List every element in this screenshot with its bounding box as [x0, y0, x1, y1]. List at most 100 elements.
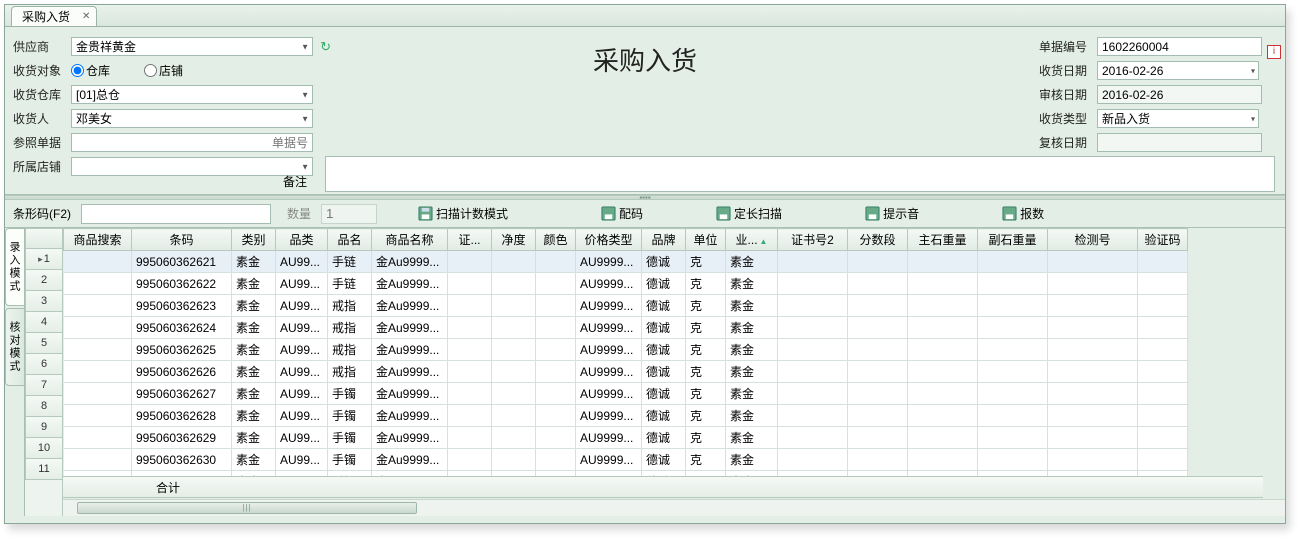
cell[interactable]	[908, 317, 978, 339]
cell[interactable]: 克	[686, 273, 726, 295]
row-number[interactable]: 10	[25, 438, 62, 459]
cell[interactable]: 995060362623	[132, 295, 232, 317]
cell[interactable]	[64, 251, 132, 273]
column-header[interactable]: 证书号2	[778, 229, 848, 251]
docno-input[interactable]	[1097, 37, 1262, 56]
cell[interactable]	[64, 339, 132, 361]
cell[interactable]: 素金	[232, 251, 276, 273]
table-row[interactable]: 995060362623素金AU99...戒指金Au9999...AU9999.…	[64, 295, 1188, 317]
column-header[interactable]: 品牌	[642, 229, 686, 251]
shop-input[interactable]	[71, 157, 313, 176]
cell[interactable]	[1138, 405, 1188, 427]
cell[interactable]: 克	[686, 317, 726, 339]
table-row[interactable]: 995060362624素金AU99...戒指金Au9999...AU9999.…	[64, 317, 1188, 339]
cell[interactable]	[64, 427, 132, 449]
cell[interactable]	[536, 427, 576, 449]
cell[interactable]	[448, 317, 492, 339]
cell[interactable]	[536, 383, 576, 405]
fixed-scan-button[interactable]: 定长扫描	[709, 203, 788, 224]
cell[interactable]: 素金	[726, 383, 778, 405]
horizontal-scrollbar[interactable]	[63, 499, 1285, 516]
column-header[interactable]: 业...▲	[726, 229, 778, 251]
cell[interactable]: AU9999...	[576, 427, 642, 449]
cell[interactable]	[448, 251, 492, 273]
cell[interactable]	[848, 449, 908, 471]
tab-check-mode[interactable]: 核对模式	[5, 308, 24, 386]
cell[interactable]: 素金	[232, 427, 276, 449]
cell[interactable]	[492, 405, 536, 427]
cell[interactable]	[1138, 273, 1188, 295]
cell[interactable]	[536, 317, 576, 339]
cell[interactable]	[448, 339, 492, 361]
cell[interactable]: 素金	[232, 405, 276, 427]
cell[interactable]	[448, 383, 492, 405]
cell[interactable]: 手链	[328, 273, 372, 295]
cell[interactable]	[908, 295, 978, 317]
cell[interactable]	[64, 383, 132, 405]
cell[interactable]: 戒指	[328, 317, 372, 339]
cell[interactable]: 金Au9999...	[372, 295, 448, 317]
cell[interactable]: 素金	[232, 361, 276, 383]
cell[interactable]: 素金	[726, 449, 778, 471]
cell[interactable]: 德诚	[642, 317, 686, 339]
cell[interactable]: 素金	[232, 273, 276, 295]
recvtype-input[interactable]	[1097, 109, 1259, 128]
row-number[interactable]: 11	[25, 459, 62, 480]
column-header[interactable]: 品名	[328, 229, 372, 251]
cell[interactable]	[1138, 317, 1188, 339]
cell[interactable]	[978, 251, 1048, 273]
cell[interactable]	[536, 449, 576, 471]
cell[interactable]	[1048, 251, 1138, 273]
cell[interactable]	[1048, 317, 1138, 339]
receiver-input[interactable]	[71, 109, 313, 128]
cell[interactable]: 克	[686, 361, 726, 383]
cell[interactable]	[778, 295, 848, 317]
cell[interactable]	[1048, 405, 1138, 427]
cell[interactable]	[536, 339, 576, 361]
table-row[interactable]: 995060362622素金AU99...手链金Au9999...AU9999.…	[64, 273, 1188, 295]
cell[interactable]: 手镯	[328, 427, 372, 449]
table-row[interactable]: 995060362625素金AU99...戒指金Au9999...AU9999.…	[64, 339, 1188, 361]
recvdate-combo[interactable]: ▾	[1097, 61, 1259, 80]
row-number[interactable]: 9	[25, 417, 62, 438]
cell[interactable]: AU99...	[276, 427, 328, 449]
cell[interactable]: 995060362624	[132, 317, 232, 339]
cell[interactable]: 戒指	[328, 339, 372, 361]
table-row[interactable]: 995060362626素金AU99...戒指金Au9999...AU9999.…	[64, 361, 1188, 383]
row-number[interactable]: 7	[25, 375, 62, 396]
cell[interactable]: AU99...	[276, 361, 328, 383]
cell[interactable]	[536, 251, 576, 273]
cell[interactable]	[908, 361, 978, 383]
cell[interactable]: AU9999...	[576, 361, 642, 383]
cell[interactable]	[64, 317, 132, 339]
cell[interactable]: 素金	[232, 339, 276, 361]
shop-combo[interactable]: ▼	[71, 157, 313, 176]
cell[interactable]	[778, 405, 848, 427]
column-header[interactable]: 检测号	[1048, 229, 1138, 251]
cell[interactable]: 克	[686, 251, 726, 273]
ref-doc-input[interactable]	[71, 133, 313, 152]
cell[interactable]	[908, 427, 978, 449]
close-icon[interactable]: ✕	[80, 11, 92, 22]
cell[interactable]	[492, 273, 536, 295]
cell[interactable]	[1048, 449, 1138, 471]
cell[interactable]	[978, 317, 1048, 339]
cell[interactable]: AU99...	[276, 405, 328, 427]
supplier-input[interactable]	[71, 37, 313, 56]
cell[interactable]	[1048, 295, 1138, 317]
cell[interactable]	[848, 317, 908, 339]
cell[interactable]: 995060362627	[132, 383, 232, 405]
scrollbar-thumb[interactable]	[77, 502, 417, 514]
cell[interactable]: 995060362628	[132, 405, 232, 427]
cell[interactable]: 素金	[232, 449, 276, 471]
row-number[interactable]: 8	[25, 396, 62, 417]
cell[interactable]	[1138, 383, 1188, 405]
cell[interactable]: AU99...	[276, 383, 328, 405]
cell[interactable]: 995060362626	[132, 361, 232, 383]
cell[interactable]	[848, 383, 908, 405]
column-header[interactable]: 类别	[232, 229, 276, 251]
cell[interactable]: 德诚	[642, 273, 686, 295]
cell[interactable]: 手镯	[328, 449, 372, 471]
table-row[interactable]: 995060362629素金AU99...手镯金Au9999...AU9999.…	[64, 427, 1188, 449]
row-number[interactable]: 3	[25, 291, 62, 312]
